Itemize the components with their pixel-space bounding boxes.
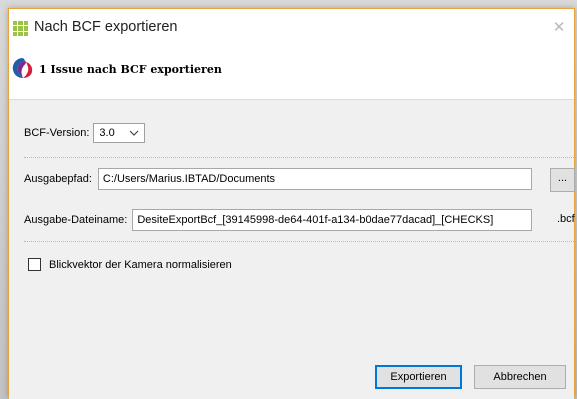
file-extension-label: .bcf (557, 213, 575, 225)
close-button[interactable]: ✕ (548, 17, 570, 39)
output-path-label: Ausgabepfad: (24, 173, 92, 185)
form-area: BCF-Version: 3.0 Ausgabepfad: C:/Users/M… (9, 99, 575, 356)
export-dialog: Nach BCF exportieren ✕ 1 Issue nach BCF … (8, 8, 575, 399)
browse-button[interactable]: ... (550, 168, 575, 192)
close-icon: ✕ (552, 19, 566, 36)
grid-app-icon (13, 21, 28, 36)
normalize-camera-label: Blickvektor der Kamera normalisieren (49, 258, 232, 271)
divider (24, 157, 574, 158)
bcf-version-select[interactable]: 3.0 (93, 123, 146, 143)
bcf-version-value: 3.0 (99, 127, 115, 139)
title-bar: Nach BCF exportieren ✕ (9, 9, 574, 45)
output-filename-row: Ausgabe-Dateiname: DesiteExportBcf_[3914… (24, 209, 533, 231)
export-button[interactable]: Exportieren (375, 365, 462, 389)
output-path-input[interactable]: C:/Users/Marius.IBTAD/Documents (97, 168, 532, 190)
window-title: Nach BCF exportieren (34, 19, 178, 35)
normalize-camera-row: Blickvektor der Kamera normalisieren (28, 258, 232, 271)
output-path-row: Ausgabepfad: C:/Users/Marius.IBTAD/Docum… (24, 168, 532, 190)
desite-logo-icon (12, 58, 33, 78)
bcf-version-row: BCF-Version: 3.0 (24, 122, 146, 144)
output-filename-label: Ausgabe-Dateiname: (24, 214, 128, 226)
output-filename-input[interactable]: DesiteExportBcf_[39145998-de64-401f-a134… (132, 209, 533, 231)
bcf-version-label: BCF-Version: (24, 127, 90, 139)
chevron-down-icon (129, 130, 139, 136)
cancel-button[interactable]: Abbrechen (474, 365, 566, 389)
button-bar: Exportieren Abbrechen (9, 355, 574, 399)
dialog-header: 1 Issue nach BCF exportieren (9, 45, 574, 99)
normalize-camera-checkbox[interactable] (28, 258, 41, 271)
dialog-heading: 1 Issue nach BCF exportieren (39, 63, 222, 76)
divider (24, 241, 574, 242)
